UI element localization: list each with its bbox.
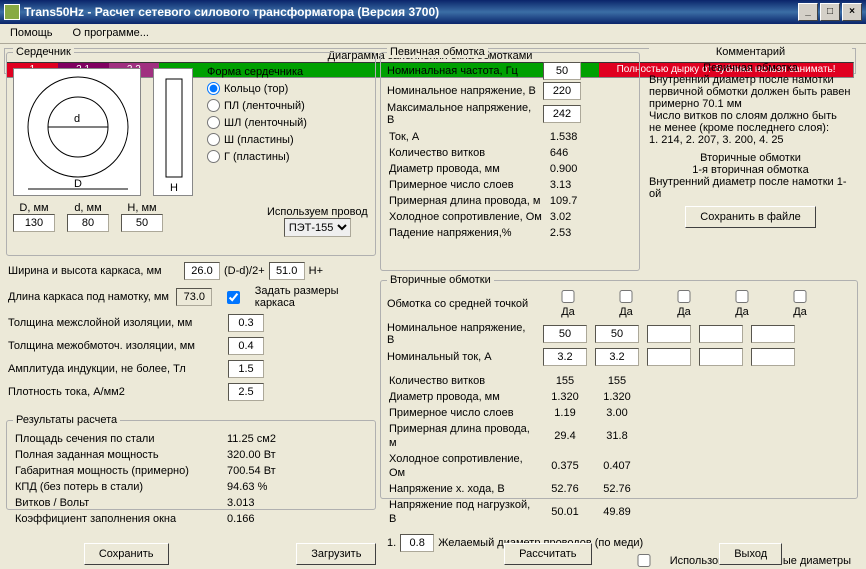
- sec-v3[interactable]: [647, 325, 691, 343]
- wire-select[interactable]: ПЭТ-155: [284, 218, 351, 237]
- menu-help[interactable]: Помощь: [6, 26, 57, 41]
- menu-about[interactable]: О программе...: [69, 26, 153, 41]
- density-input[interactable]: [228, 383, 264, 401]
- sec-v4[interactable]: [699, 325, 743, 343]
- secondary-calc-table: Количество витков155155 Диаметр провода,…: [387, 372, 647, 528]
- frame-h-input[interactable]: [269, 262, 305, 280]
- minimize-button[interactable]: _: [798, 3, 818, 21]
- left-params: Ширина и высота каркаса, мм (D-d)/2+ H+ …: [8, 262, 376, 406]
- volt-max-input[interactable]: [543, 105, 581, 123]
- sec-v1[interactable]: [543, 325, 587, 343]
- form-label: Форма сердечника: [207, 66, 307, 78]
- ct-4-check[interactable]: [720, 290, 764, 303]
- shape-shl-radio[interactable]: [207, 116, 220, 129]
- D-input[interactable]: [13, 214, 55, 232]
- svg-text:D: D: [74, 178, 82, 190]
- svg-text:H: H: [170, 182, 178, 194]
- sec-i4[interactable]: [699, 348, 743, 366]
- load-button[interactable]: Загрузить: [296, 543, 376, 565]
- interlayer-input[interactable]: [228, 314, 264, 332]
- window-title: Trans50Hz - Расчет сетевого силового тра…: [24, 5, 439, 19]
- sec-i1[interactable]: [543, 348, 587, 366]
- sec-v2[interactable]: [595, 325, 639, 343]
- induction-input[interactable]: [228, 360, 264, 378]
- freq-input[interactable]: [543, 62, 581, 80]
- sec-i2[interactable]: [595, 348, 639, 366]
- sec-i5[interactable]: [751, 348, 795, 366]
- primary-legend: Певичная обмотка: [387, 46, 488, 58]
- save-comment-button[interactable]: Сохранить в файле: [685, 206, 815, 228]
- intercoil-input[interactable]: [228, 337, 264, 355]
- frame-len-input: [176, 288, 212, 306]
- comment-legend: Комментарий: [649, 46, 852, 58]
- shape-sh-radio[interactable]: [207, 133, 220, 146]
- ct-2-check[interactable]: [604, 290, 648, 303]
- calc-button[interactable]: Рассчитать: [504, 543, 591, 565]
- set-sizes-check[interactable]: [216, 291, 250, 304]
- results-fieldset: Результаты расчета Площадь сечения по ст…: [6, 414, 376, 510]
- results-legend: Результаты расчета: [13, 414, 120, 426]
- save-button[interactable]: Сохранить: [84, 543, 169, 565]
- core-fieldset: Сердечник d D H D, мм d, мм H, мм Форма …: [6, 46, 376, 256]
- title-bar: Trans50Hz - Расчет сетевого силового тра…: [0, 0, 866, 24]
- shape-pl-radio[interactable]: [207, 99, 220, 112]
- close-button[interactable]: ×: [842, 3, 862, 21]
- shape-g-radio[interactable]: [207, 150, 220, 163]
- frame-w-input[interactable]: [184, 262, 220, 280]
- d-label: d, мм: [74, 202, 101, 214]
- ct-5-check[interactable]: [778, 290, 822, 303]
- primary-calc-table: Ток, A1.538 Количество витков646 Диаметр…: [387, 128, 585, 242]
- volt-nom-input[interactable]: [543, 82, 581, 100]
- comment-fieldset: Комментарий Певичная обмотка Внутренний …: [643, 46, 858, 271]
- primary-fieldset: Певичная обмотка Номинальная частота, Гц…: [380, 46, 640, 271]
- menu-bar: Помощь О программе...: [0, 24, 866, 44]
- ct-1-check[interactable]: [546, 290, 590, 303]
- sec-i3[interactable]: [647, 348, 691, 366]
- secondary-legend: Вторичные обмотки: [387, 274, 494, 286]
- svg-text:d: d: [74, 113, 80, 125]
- wire-label: Используем провод: [267, 206, 368, 218]
- shape-ring-radio[interactable]: [207, 82, 220, 95]
- sec-v5[interactable]: [751, 325, 795, 343]
- core-diagram: d D H: [13, 68, 141, 196]
- secondary-fieldset: Вторичные обмотки Обмотка со средней точ…: [380, 274, 858, 499]
- D-label: D, мм: [19, 202, 48, 214]
- maximize-button[interactable]: □: [820, 3, 840, 21]
- exit-button[interactable]: Выход: [719, 543, 782, 565]
- button-row: Сохранить Загрузить Рассчитать Выход: [0, 543, 866, 565]
- d-input[interactable]: [67, 214, 109, 232]
- H-label: H, мм: [127, 202, 156, 214]
- app-icon: [4, 4, 20, 20]
- H-input[interactable]: [121, 214, 163, 232]
- ct-3-check[interactable]: [662, 290, 706, 303]
- core-legend: Сердечник: [13, 46, 74, 58]
